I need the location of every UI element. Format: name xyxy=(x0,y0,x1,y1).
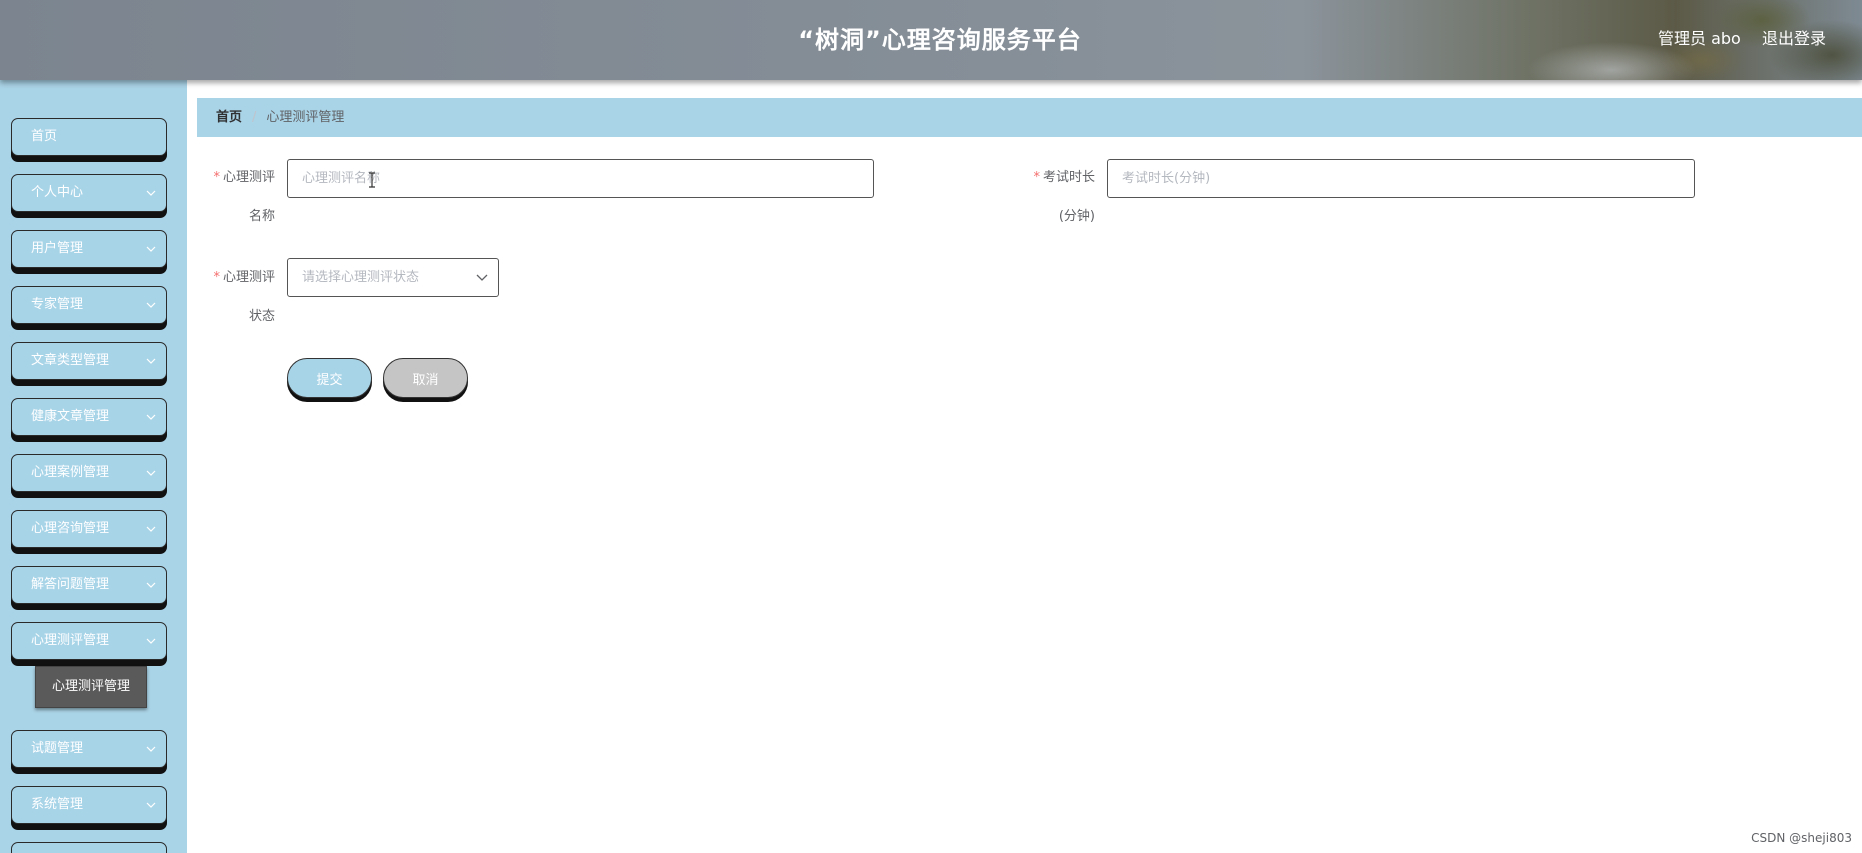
sidebar-item-label: 专家管理 xyxy=(31,297,84,312)
chevron-down-icon xyxy=(146,302,156,308)
sidebar-item-label: 心理案例管理 xyxy=(31,465,110,480)
exam-duration-label-line1: 考试时长 xyxy=(1042,170,1095,185)
sidebar-item-label: 试题管理 xyxy=(31,741,84,756)
top-header: “树洞”心理咨询服务平台 管理员 abo 退出登录 xyxy=(0,0,1862,80)
required-mark: * xyxy=(213,270,220,285)
exam-duration-label: * 考试时长 xyxy=(1025,168,1095,188)
sidebar-item-health-article-management[interactable]: 健康文章管理 xyxy=(11,398,167,436)
chevron-down-icon xyxy=(146,526,156,532)
sidebar-item-system-management[interactable]: 系统管理 xyxy=(11,786,167,824)
breadcrumb-current: 心理测评管理 xyxy=(266,110,345,125)
assessment-status-label-cont: 状态 xyxy=(248,309,275,324)
sidebar-item-user-management[interactable]: 用户管理 xyxy=(11,230,167,268)
assessment-name-label: * 心理测评 xyxy=(205,168,275,188)
sidebar-item-case-management[interactable]: 心理案例管理 xyxy=(11,454,167,492)
sidebar-subitem-assessment-management[interactable]: 心理测评管理 xyxy=(35,666,147,708)
sidebar-item-article-type-management[interactable]: 文章类型管理 xyxy=(11,342,167,380)
sidebar-item-consultation-management[interactable]: 心理咨询管理 xyxy=(11,510,167,548)
sidebar-item-assessment-management[interactable]: 心理测评管理 xyxy=(11,622,167,660)
sidebar-item-label: 用户管理 xyxy=(31,241,84,256)
breadcrumb: 首页 / 心理测评管理 xyxy=(197,98,1862,137)
required-mark: * xyxy=(1033,170,1040,185)
exam-duration-input[interactable] xyxy=(1107,159,1695,198)
sidebar-item-label: 系统管理 xyxy=(31,797,84,812)
chevron-down-icon xyxy=(146,470,156,476)
submit-button[interactable]: 提交 xyxy=(287,358,372,398)
app-title: “树洞”心理咨询服务平台 xyxy=(798,26,1082,54)
assessment-status-label: * 心理测评 xyxy=(205,268,275,288)
chevron-down-icon xyxy=(146,638,156,644)
sidebar-item-label: 解答问题管理 xyxy=(31,577,110,592)
text-cursor-icon xyxy=(369,172,375,188)
sidebar-item-question-management[interactable]: 试题管理 xyxy=(11,730,167,768)
breadcrumb-separator: / xyxy=(252,110,257,125)
chevron-down-icon xyxy=(146,190,156,196)
logout-link[interactable]: 退出登录 xyxy=(1762,0,1826,80)
chevron-down-icon xyxy=(146,246,156,252)
breadcrumb-home[interactable]: 首页 xyxy=(216,110,242,125)
sidebar: 首页 个人中心 用户管理 专家管理 文章类型管理 健康文章管理 心理案例管理 心… xyxy=(0,80,187,853)
sidebar-item-expert-management[interactable]: 专家管理 xyxy=(11,286,167,324)
sidebar-item-label: 健康文章管理 xyxy=(31,409,110,424)
chevron-down-icon xyxy=(146,802,156,808)
chevron-down-icon xyxy=(146,746,156,752)
assessment-name-label-cont: 名称 xyxy=(248,209,275,224)
required-mark: * xyxy=(213,170,220,185)
assessment-name-label-line1: 心理测评 xyxy=(222,170,275,185)
chevron-down-icon xyxy=(476,274,488,281)
cancel-button[interactable]: 取消 xyxy=(383,358,468,398)
sidebar-item-label: 文章类型管理 xyxy=(31,353,110,368)
chevron-down-icon xyxy=(146,358,156,364)
sidebar-item-more[interactable] xyxy=(11,842,167,853)
sidebar-item-home[interactable]: 首页 xyxy=(11,118,167,156)
sidebar-item-label: 个人中心 xyxy=(31,185,84,200)
chevron-down-icon xyxy=(146,414,156,420)
select-placeholder: 请选择心理测评状态 xyxy=(302,270,420,285)
sidebar-item-label: 首页 xyxy=(31,129,58,144)
sidebar-item-label: 心理咨询管理 xyxy=(31,521,110,536)
assessment-status-select[interactable]: 请选择心理测评状态 xyxy=(287,258,499,297)
sidebar-item-personal-center[interactable]: 个人中心 xyxy=(11,174,167,212)
exam-duration-label-cont: (分钟) xyxy=(1058,209,1095,224)
current-user-label: 管理员 abo xyxy=(1658,29,1741,48)
watermark: CSDN @sheji803 xyxy=(1751,831,1852,845)
assessment-status-label-line1: 心理测评 xyxy=(222,270,275,285)
chevron-down-icon xyxy=(146,582,156,588)
sidebar-item-label: 心理测评管理 xyxy=(31,633,110,648)
sidebar-item-answer-management[interactable]: 解答问题管理 xyxy=(11,566,167,604)
